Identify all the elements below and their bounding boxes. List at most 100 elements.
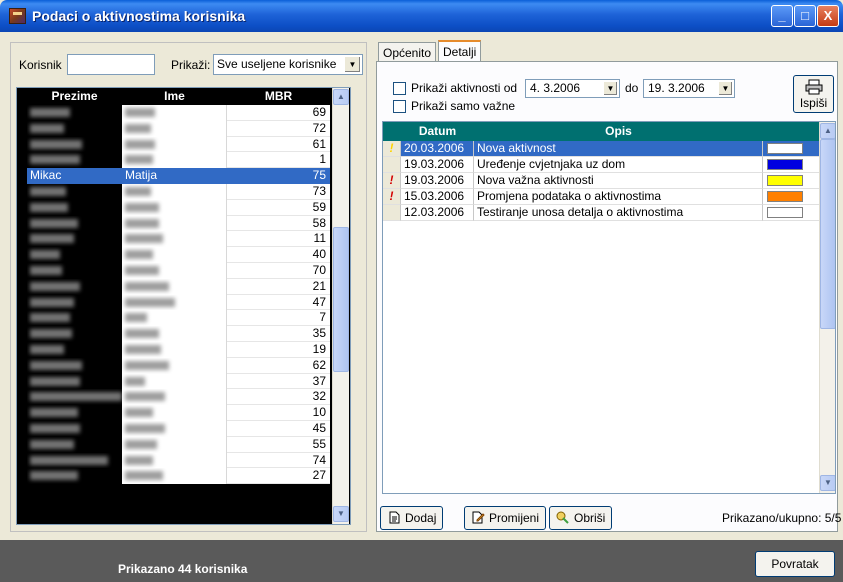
user-row[interactable]: 47	[27, 294, 330, 311]
prezime-cell	[27, 136, 122, 153]
user-row[interactable]: 32	[27, 389, 330, 406]
scroll-up-icon[interactable]: ▲	[333, 89, 349, 105]
redacted-text	[125, 376, 145, 386]
redacted-text	[125, 455, 153, 465]
scroll-up-icon[interactable]: ▲	[820, 123, 835, 139]
redacted-text	[125, 108, 155, 117]
scroll-thumb[interactable]	[820, 139, 835, 329]
user-row[interactable]: 69	[27, 105, 330, 121]
activity-row[interactable]: ! 15.03.2006 Promjena podataka o aktivnost…	[383, 189, 820, 205]
opis-cell: Uređenje cvjetnjaka uz dom	[474, 157, 763, 173]
user-row[interactable]: 62	[27, 357, 330, 374]
important-flag-icon	[383, 157, 401, 173]
user-row[interactable]: 70	[27, 262, 330, 279]
important-only-checkbox[interactable]	[393, 100, 406, 113]
column-ime[interactable]: Ime	[122, 89, 227, 103]
add-label: Dodaj	[405, 511, 437, 525]
redacted-text	[30, 123, 64, 133]
user-row[interactable]: 27	[27, 468, 330, 485]
user-row[interactable]: 19	[27, 341, 330, 358]
mbr-cell: 69	[227, 105, 330, 121]
user-row[interactable]: 40	[27, 247, 330, 263]
user-row[interactable]: 74	[27, 452, 330, 469]
chevron-down-icon[interactable]: ▼	[344, 56, 361, 73]
title-bar[interactable]: Podaci o aktivnostima korisnika _ □ X	[0, 0, 843, 32]
back-button[interactable]: Povratak	[755, 551, 835, 577]
chevron-down-icon[interactable]: ▼	[603, 81, 618, 96]
user-row[interactable]: 7	[27, 310, 330, 327]
color-cell	[763, 173, 820, 189]
mbr-cell: 74	[227, 452, 330, 469]
date-to-select[interactable]: 19. 3.2006 ▼	[643, 79, 735, 98]
chevron-down-icon[interactable]: ▼	[718, 81, 733, 96]
user-row[interactable]: 11	[27, 231, 330, 248]
user-row[interactable]: 10	[27, 405, 330, 421]
show-from-checkbox[interactable]	[393, 82, 406, 95]
user-row[interactable]: 59	[27, 199, 330, 216]
ime-cell	[122, 152, 227, 169]
scroll-down-icon[interactable]: ▼	[333, 506, 349, 522]
prezime-cell	[27, 247, 122, 263]
redacted-text	[30, 376, 80, 386]
user-row[interactable]: 73	[27, 183, 330, 200]
user-row[interactable]: 45	[27, 420, 330, 437]
redacted-text	[125, 423, 165, 433]
user-row[interactable]: 37	[27, 373, 330, 390]
redacted-text	[30, 297, 74, 307]
user-row[interactable]: 72	[27, 120, 330, 137]
redacted-text	[125, 250, 153, 260]
close-button[interactable]: X	[817, 5, 839, 27]
ime-cell	[122, 215, 227, 232]
delete-button[interactable]: Obriši	[549, 506, 613, 530]
user-row[interactable]: 35	[27, 326, 330, 342]
user-grid-scrollbar[interactable]: ▲ ▼	[332, 88, 349, 524]
ime-cell	[122, 468, 227, 485]
user-grid[interactable]: Prezime Ime MBR 69 72 61 1 Mikac Matija 75 73 59…	[16, 87, 351, 525]
column-prezime[interactable]: Prezime	[27, 89, 122, 103]
activities-grid[interactable]: Datum Opis ! 20.03.2006 Nova aktivnost 19.0…	[382, 121, 836, 494]
user-row[interactable]: 58	[27, 215, 330, 232]
prezime-cell	[27, 389, 122, 406]
minimize-button[interactable]: _	[771, 5, 793, 27]
activities-scrollbar[interactable]: ▲ ▼	[819, 122, 835, 493]
column-mbr[interactable]: MBR	[227, 89, 330, 103]
ime-cell	[122, 183, 227, 200]
activity-row[interactable]: 19.03.2006 Uređenje cvjetnjaka uz dom	[383, 157, 820, 173]
add-button[interactable]: Dodaj	[380, 506, 444, 530]
column-datum[interactable]: Datum	[401, 124, 474, 138]
maximize-button[interactable]: □	[794, 5, 816, 27]
activity-row[interactable]: ! 19.03.2006 Nova važna aktivnosti	[383, 173, 820, 189]
mbr-cell: 55	[227, 436, 330, 453]
korisnik-input[interactable]	[67, 54, 155, 75]
scroll-down-icon[interactable]: ▼	[820, 475, 835, 491]
activity-row[interactable]: 12.03.2006 Testiranje unosa detalja o akt…	[383, 205, 820, 221]
tab-opcenito[interactable]: Općenito	[378, 42, 437, 63]
prezime-cell	[27, 341, 122, 358]
edit-button[interactable]: Promijeni	[464, 506, 547, 530]
mbr-cell: 21	[227, 278, 330, 295]
tab-detalji[interactable]: Detalji	[438, 40, 482, 63]
prikazi-select[interactable]: Sve useljene korisnike ▼	[213, 54, 363, 75]
datum-cell: 19.03.2006	[401, 157, 474, 173]
user-row[interactable]: Mikac Matija 75	[27, 168, 330, 184]
prezime-cell	[27, 326, 122, 342]
edit-label: Promijeni	[489, 511, 540, 525]
mbr-cell: 59	[227, 199, 330, 216]
mbr-cell: 62	[227, 357, 330, 374]
window-title: Podaci o aktivnostima korisnika	[32, 8, 246, 24]
mbr-cell: 7	[227, 310, 330, 327]
redacted-text	[30, 455, 108, 465]
user-row[interactable]: 21	[27, 278, 330, 295]
print-button[interactable]: Ispiši	[793, 75, 834, 113]
ime-cell	[122, 452, 227, 469]
column-opis[interactable]: Opis	[474, 124, 763, 138]
scroll-thumb[interactable]	[333, 227, 349, 372]
user-row[interactable]: 61	[27, 136, 330, 153]
user-row[interactable]: 1	[27, 152, 330, 169]
date-from-select[interactable]: 4. 3.2006 ▼	[525, 79, 620, 98]
redacted-text	[125, 234, 163, 244]
activity-row[interactable]: ! 20.03.2006 Nova aktivnost	[383, 141, 820, 157]
prezime-cell	[27, 152, 122, 169]
user-row[interactable]: 55	[27, 436, 330, 453]
prezime-cell	[27, 436, 122, 453]
